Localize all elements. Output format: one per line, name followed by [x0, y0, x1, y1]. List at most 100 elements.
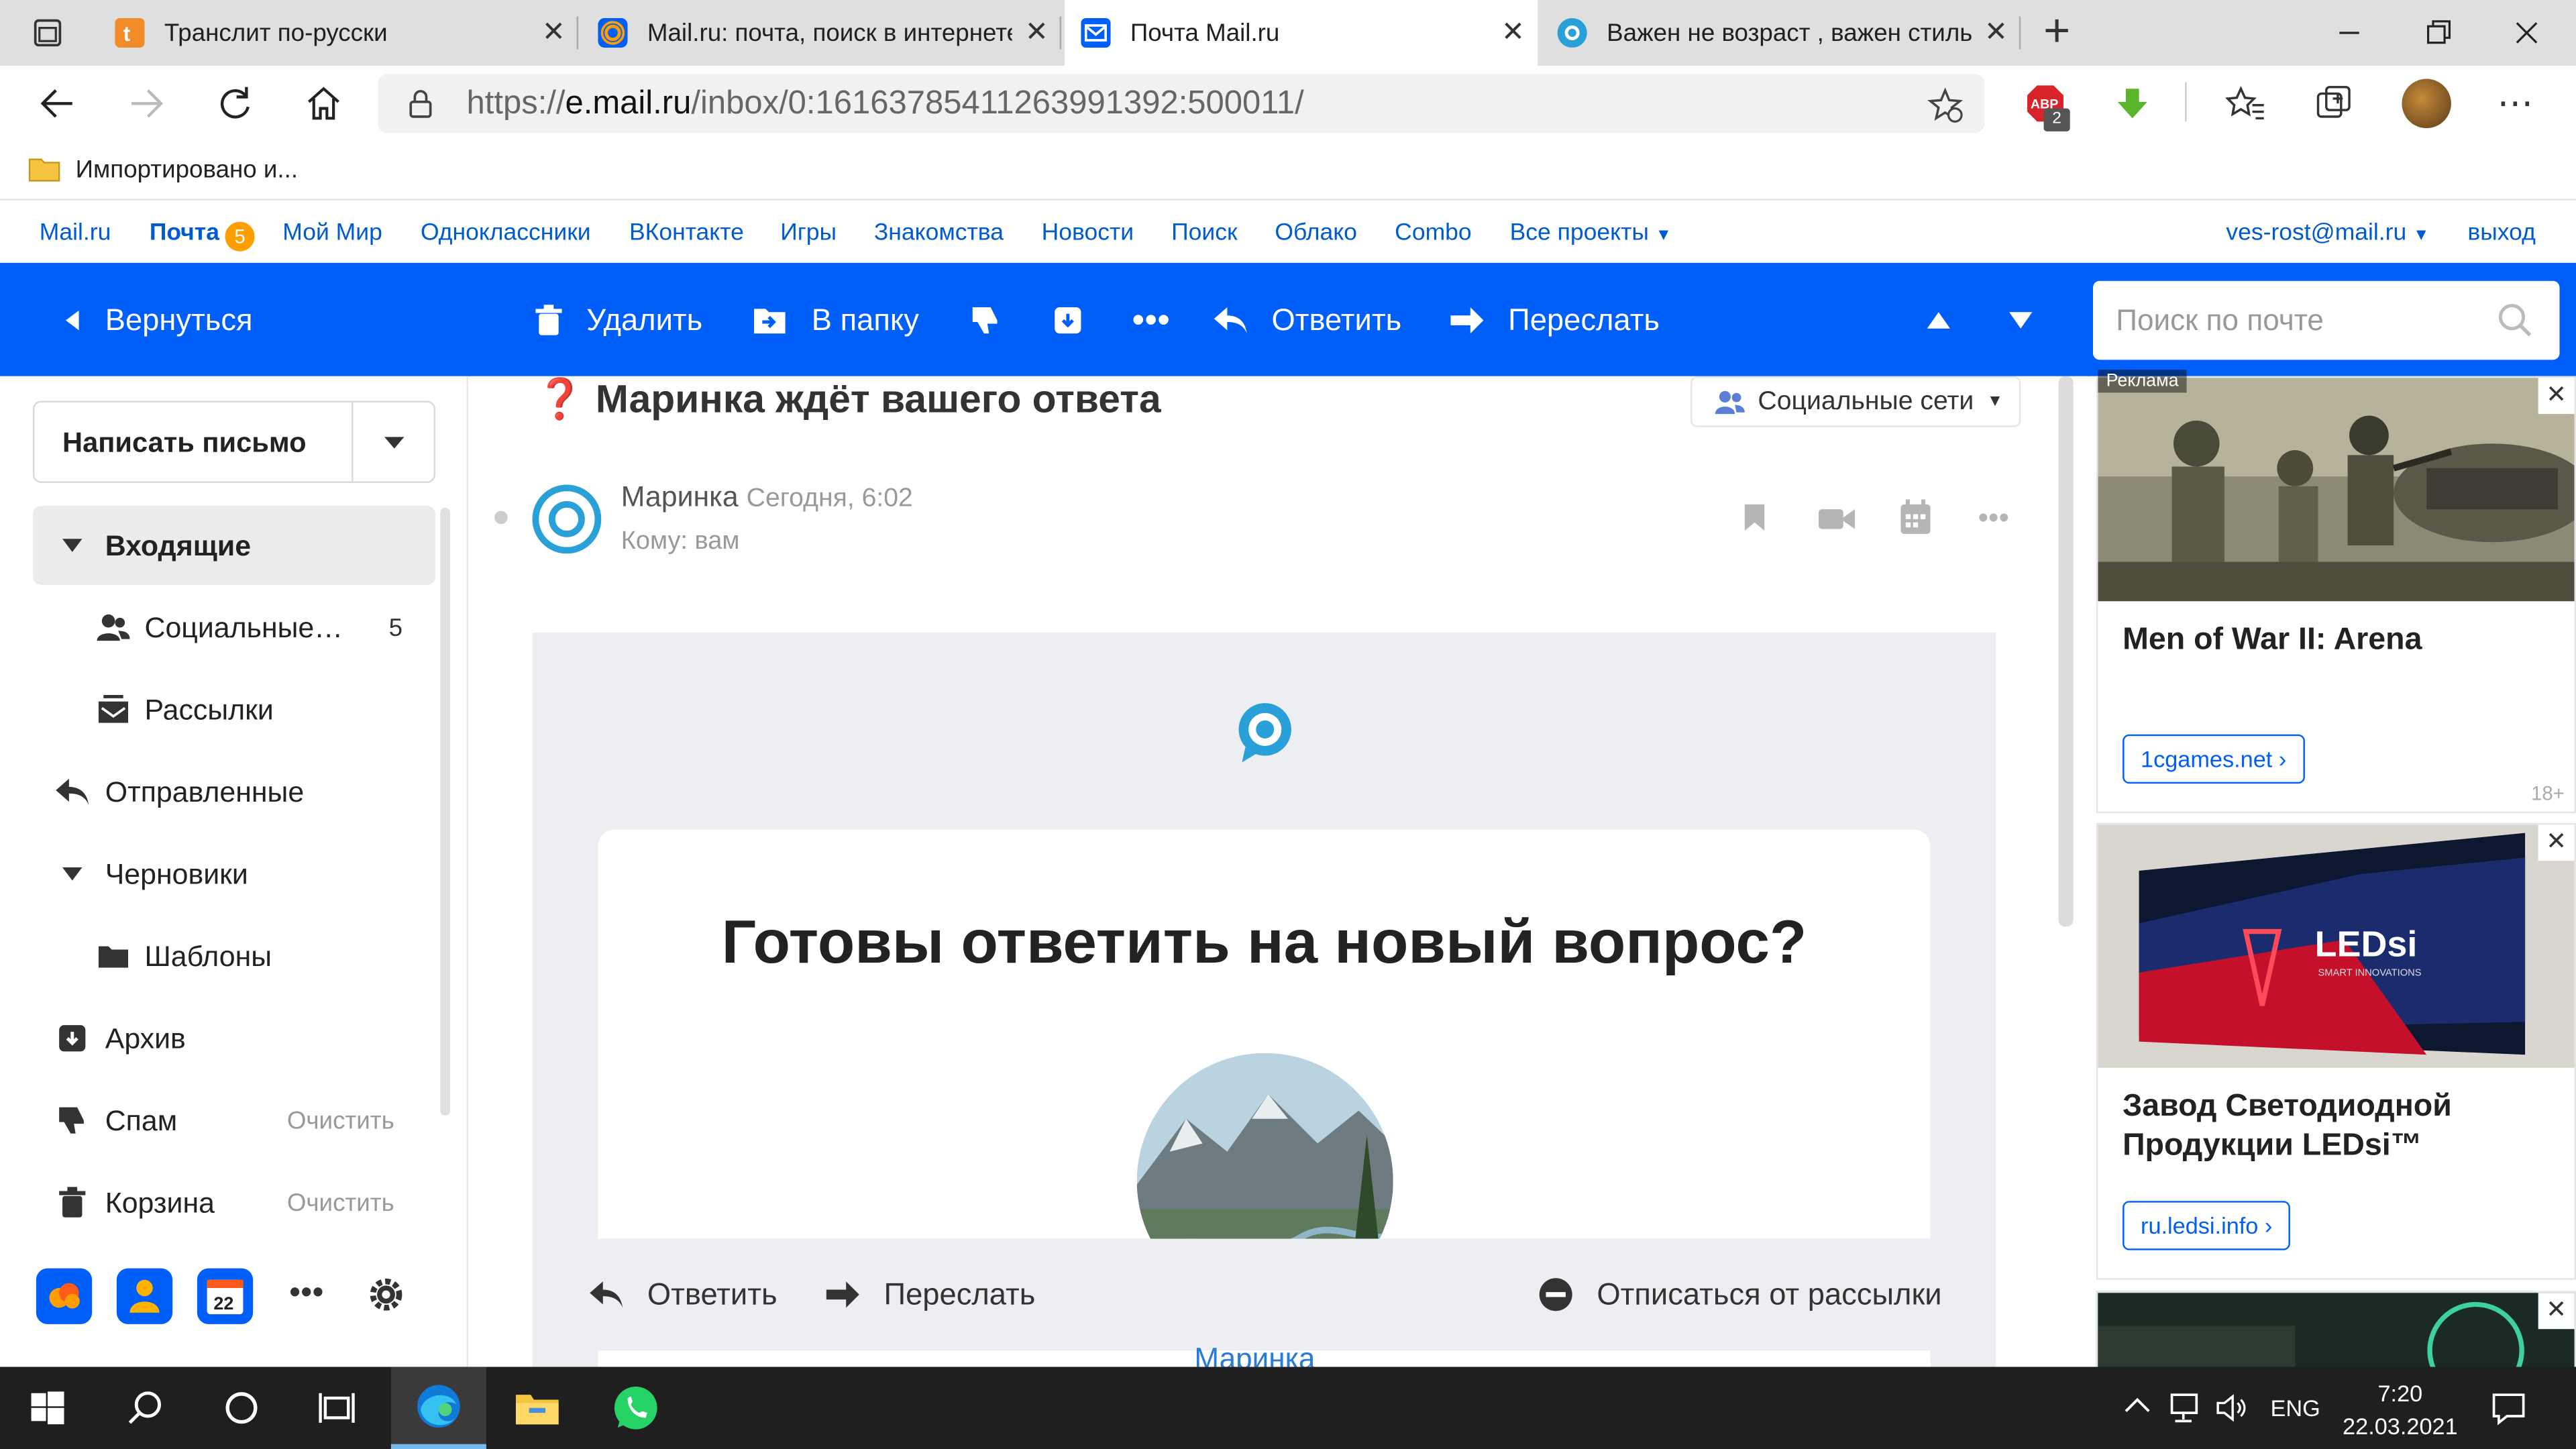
unsubscribe-button[interactable]: Отписаться от рассылки	[1538, 1239, 1942, 1351]
compose-dropdown[interactable]	[352, 402, 433, 482]
read-status-dot[interactable]	[494, 511, 508, 525]
more-apps-icon[interactable]: •••	[289, 1275, 323, 1312]
reply-button[interactable]: Ответить	[1212, 263, 1401, 376]
forward-bottom-button[interactable]: Переслать	[824, 1239, 1035, 1351]
whatsapp-icon[interactable]	[588, 1367, 684, 1449]
move-to-folder-button[interactable]: В папку	[753, 263, 919, 376]
search-icon[interactable]	[2497, 303, 2533, 339]
calendar-icon[interactable]	[1899, 499, 1932, 535]
adblock-extension-icon[interactable]: ABP 2	[2024, 82, 2073, 131]
folder-inbox[interactable]: Входящие	[32, 506, 435, 585]
folder-trash[interactable]: Корзина Очистить	[33, 1163, 435, 1242]
bookmark-icon[interactable]	[1739, 501, 1769, 534]
language-indicator[interactable]: ENG	[2270, 1395, 2320, 1421]
close-ad-icon[interactable]: ✕	[2538, 1293, 2575, 1330]
portal-link-all-projects[interactable]: Все проекты ▼	[1510, 220, 1672, 246]
ad-card[interactable]: Реклама ✕ Men of War II: Arena 1cgames.n…	[2096, 370, 2576, 814]
gear-icon[interactable]	[368, 1277, 405, 1313]
portal-link-vk[interactable]: ВКонтакте	[629, 220, 744, 246]
cloud-app-icon[interactable]	[36, 1268, 93, 1324]
close-icon[interactable]: ✕	[1489, 16, 1538, 49]
folder-social[interactable]: Социальные… 5	[33, 588, 435, 667]
profile-avatar[interactable]	[2402, 78, 2451, 129]
close-ad-icon[interactable]: ✕	[2538, 824, 2575, 861]
calendar-app-icon[interactable]: 22	[197, 1268, 254, 1324]
logout-link[interactable]: выход	[2467, 220, 2535, 246]
tab-mail[interactable]: Почта Mail.ru ✕	[1064, 0, 1538, 66]
tab-translit[interactable]: t Транслит по-русски ✕	[99, 0, 579, 66]
next-message-button[interactable]	[2008, 263, 2057, 376]
download-extension-icon[interactable]	[2112, 85, 2152, 125]
compose-button[interactable]: Написать письмо	[62, 427, 307, 460]
portal-link-mymir[interactable]: Мой Мир	[282, 220, 382, 246]
search-icon[interactable]	[99, 1367, 194, 1449]
portal-link-ok[interactable]: Одноклассники	[421, 220, 591, 246]
spam-button[interactable]	[969, 263, 1025, 376]
portal-link-search[interactable]: Поиск	[1171, 220, 1237, 246]
portal-link-combo[interactable]: Combo	[1395, 220, 1471, 246]
taskbar-clock[interactable]: 7:20 22.03.2021	[2343, 1377, 2458, 1442]
portal-link-games[interactable]: Игры	[780, 220, 837, 246]
ad-link-button[interactable]: ru.ledsi.info ›	[2123, 1201, 2291, 1250]
more-actions-button[interactable]: •••	[1132, 263, 1170, 376]
chevron-up-icon[interactable]	[2123, 1393, 2152, 1416]
folder-spam[interactable]: Спам Очистить	[33, 1081, 435, 1160]
folder-templates[interactable]: Шаблоны	[33, 917, 435, 996]
notifications-icon[interactable]	[2491, 1390, 2527, 1426]
ad-title[interactable]: Завод Светодиодной Продукции LEDsi™	[2123, 1087, 2563, 1167]
folder-newsletters[interactable]: Рассылки	[33, 670, 435, 749]
user-email-menu[interactable]: ves-rost@mail.ru ▼	[2226, 220, 2429, 246]
tab-mailru-portal[interactable]: Mail.ru: почта, поиск в интернете ✕	[582, 0, 1062, 66]
refresh-icon[interactable]	[213, 82, 256, 125]
archive-button[interactable]	[1051, 263, 1107, 376]
portal-link-news[interactable]: Новости	[1042, 220, 1134, 246]
address-field[interactable]: https://e.mail.ru/inbox/0:16163785411263…	[378, 74, 1985, 133]
close-icon[interactable]: ✕	[1972, 16, 2021, 49]
task-view-icon[interactable]	[289, 1367, 384, 1449]
close-icon[interactable]: ✕	[1012, 16, 1061, 49]
ad-title[interactable]: Men of War II: Arena	[2123, 621, 2422, 661]
sidebar-scrollbar[interactable]	[440, 507, 451, 1116]
close-icon[interactable]: ✕	[529, 16, 578, 49]
video-call-icon[interactable]	[1817, 504, 1857, 534]
restore-icon[interactable]	[2418, 13, 2458, 53]
favorites-icon[interactable]	[2224, 82, 2267, 125]
volume-icon[interactable]	[2214, 1391, 2251, 1424]
portal-link-dating[interactable]: Знакомства	[874, 220, 1004, 246]
footer-sender-name[interactable]: Маринка	[1194, 1342, 1315, 1367]
file-explorer-icon[interactable]	[490, 1367, 585, 1449]
message-more-icon[interactable]: •••	[1978, 501, 2009, 535]
close-window-icon[interactable]	[2507, 13, 2546, 53]
network-icon[interactable]	[2169, 1391, 2205, 1424]
add-favorite-icon[interactable]	[1925, 85, 1965, 125]
new-tab-button[interactable]: +	[2034, 6, 2080, 59]
ad-link-button[interactable]: 1cgames.net ›	[2123, 734, 2305, 784]
folder-sent[interactable]: Отправленные	[33, 753, 435, 832]
portal-link-mailru[interactable]: Mail.ru	[40, 220, 111, 246]
tab-style[interactable]: Важен не возраст , важен стиль ✕	[1541, 0, 2021, 66]
cortana-icon[interactable]	[194, 1367, 289, 1449]
folder-archive[interactable]: Архив	[33, 999, 435, 1078]
windows-start-icon[interactable]	[0, 1367, 95, 1449]
contacts-app-icon[interactable]	[116, 1268, 173, 1324]
previous-message-button[interactable]	[1925, 263, 1974, 376]
forward-button[interactable]: Переслать	[1449, 263, 1660, 376]
collections-icon[interactable]	[2313, 82, 2356, 125]
clear-spam-link[interactable]: Очистить	[287, 1106, 394, 1134]
lock-icon[interactable]	[404, 87, 437, 120]
minimize-icon[interactable]	[2330, 13, 2369, 53]
tab-actions-icon[interactable]	[0, 0, 95, 66]
portal-link-mail[interactable]: Почта	[150, 220, 219, 246]
portal-link-cloud[interactable]: Облако	[1275, 220, 1357, 246]
edge-taskbar-icon[interactable]	[390, 1366, 486, 1449]
delete-button[interactable]: Удалить	[534, 263, 702, 376]
forward-icon[interactable]	[125, 82, 168, 125]
clear-trash-link[interactable]: Очистить	[287, 1189, 394, 1217]
bookmark-folder[interactable]: Импортировано и...	[26, 153, 298, 186]
message-scrollbar[interactable]	[2058, 376, 2074, 927]
search-input[interactable]	[2116, 280, 2478, 360]
close-ad-icon[interactable]: ✕	[2538, 378, 2575, 415]
sender-name[interactable]: Маринка	[621, 480, 739, 513]
folder-drafts[interactable]: Черновики	[33, 835, 435, 914]
ad-card[interactable]: LEDsi SMART INNOVATIONS ✕ Завод Светодио…	[2096, 822, 2576, 1280]
